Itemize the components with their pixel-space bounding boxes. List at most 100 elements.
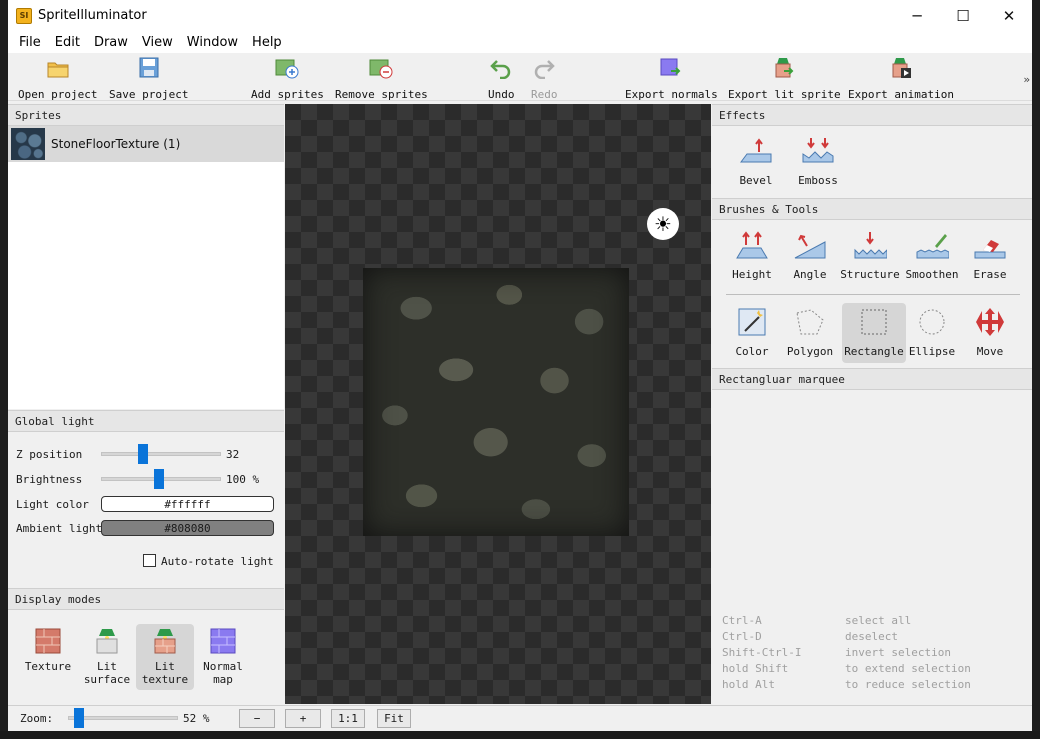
- color-tool[interactable]: Color: [722, 303, 782, 363]
- normal-map-icon: [210, 628, 236, 654]
- z-position-slider-thumb[interactable]: [138, 444, 148, 464]
- menu-bar: File Edit Draw View Window Help: [8, 31, 1032, 53]
- auto-rotate-label: Auto-rotate light: [161, 554, 274, 568]
- structure-tool[interactable]: Structure: [840, 226, 900, 286]
- folder-icon: [46, 57, 70, 79]
- global-light-header: Global light: [8, 410, 284, 432]
- add-sprite-icon: [275, 57, 299, 79]
- export-lit-sprite-button[interactable]: Export lit sprite: [728, 57, 841, 101]
- menu-help[interactable]: Help: [245, 35, 289, 50]
- save-project-button[interactable]: Save project: [109, 57, 188, 101]
- redo-arrow-icon: [532, 57, 556, 79]
- shortcut-action: to reduce selection: [845, 678, 971, 691]
- sprite-canvas[interactable]: ☀: [285, 104, 711, 704]
- emboss-tool[interactable]: Emboss: [788, 132, 848, 192]
- display-mode-lit-surface[interactable]: Lit surface: [78, 624, 136, 690]
- magic-wand-icon: [735, 307, 769, 337]
- add-sprites-button[interactable]: Add sprites: [251, 57, 324, 101]
- lit-surface-icon: [94, 628, 120, 654]
- shortcut-action: select all: [845, 614, 912, 627]
- smoothen-tool[interactable]: Smoothen: [902, 226, 962, 286]
- zoom-slider-thumb[interactable]: [74, 708, 84, 728]
- height-tool[interactable]: Height: [722, 226, 782, 286]
- toolbar-overflow-button[interactable]: »: [1023, 73, 1030, 86]
- rectangle-tool[interactable]: Rectangle: [842, 303, 906, 363]
- remove-sprite-icon: [369, 57, 393, 79]
- sprite-thumbnail: [11, 128, 45, 160]
- menu-draw[interactable]: Draw: [87, 35, 135, 50]
- zoom-value: 52 %: [183, 712, 210, 725]
- undo-arrow-icon: [489, 57, 513, 79]
- menu-window[interactable]: Window: [180, 35, 245, 50]
- zoom-in-button[interactable]: +: [285, 709, 321, 728]
- sprite-list: StoneFloorTexture (1): [8, 126, 284, 409]
- floppy-disk-icon: [137, 57, 161, 79]
- height-icon: [735, 230, 769, 260]
- ambient-light-label: Ambient light: [16, 521, 103, 535]
- shortcut-action: deselect: [845, 630, 898, 643]
- right-panel: Effects Bevel Emboss Brushes & Tools Hei…: [712, 104, 1032, 704]
- rectangle-marquee-icon: [857, 307, 891, 337]
- display-mode-normal-map[interactable]: Normal map: [194, 624, 252, 690]
- angle-tool[interactable]: Angle: [780, 226, 840, 286]
- window-title: SpriteIlluminator: [38, 8, 147, 23]
- menu-file[interactable]: File: [12, 35, 48, 50]
- shortcut-key: hold Alt: [722, 678, 775, 691]
- polygon-lasso-icon: [793, 307, 827, 337]
- os-taskbar: [0, 731, 1040, 739]
- move-tool[interactable]: Move: [960, 303, 1020, 363]
- export-lit-sprite-icon: [772, 57, 796, 79]
- shortcut-key: hold Shift: [722, 662, 789, 675]
- display-mode-lit-texture[interactable]: Lit texture: [136, 624, 194, 690]
- remove-sprites-button[interactable]: Remove sprites: [335, 57, 428, 101]
- auto-rotate-checkbox[interactable]: [143, 554, 156, 567]
- left-panel: Sprites StoneFloorTexture (1) Global lig…: [8, 104, 284, 704]
- brightness-slider[interactable]: [101, 469, 221, 489]
- ellipse-tool[interactable]: Ellipse: [902, 303, 962, 363]
- light-color-swatch[interactable]: #ffffff: [101, 496, 274, 512]
- app-logo-icon: SI: [16, 7, 32, 24]
- menu-edit[interactable]: Edit: [48, 35, 87, 50]
- display-mode-texture[interactable]: Texture: [19, 624, 77, 690]
- shortcut-key: Ctrl-D: [722, 630, 762, 643]
- ambient-light-swatch[interactable]: #808080: [101, 520, 274, 536]
- zoom-actual-size-button[interactable]: 1:1: [331, 709, 365, 728]
- app-window: SI SpriteIlluminator ─ ☐ ✕ File Edit Dra…: [8, 0, 1032, 731]
- export-animation-icon: [889, 57, 913, 79]
- sprites-header: Sprites: [8, 104, 284, 126]
- brightness-slider-thumb[interactable]: [154, 469, 164, 489]
- light-source-sun-icon[interactable]: ☀: [647, 208, 679, 240]
- zoom-slider[interactable]: [68, 708, 178, 728]
- angle-icon: [793, 230, 827, 260]
- undo-button[interactable]: Undo: [488, 57, 515, 101]
- sprite-list-item[interactable]: StoneFloorTexture (1): [8, 126, 284, 162]
- close-button[interactable]: ✕: [986, 0, 1032, 31]
- rectangular-marquee-header: Rectangluar marquee: [712, 368, 1032, 390]
- tools-separator: [726, 294, 1020, 295]
- minimize-button[interactable]: ─: [894, 0, 940, 31]
- lit-texture-icon: [152, 628, 178, 654]
- open-project-button[interactable]: Open project: [18, 57, 97, 101]
- export-normals-button[interactable]: Export normals: [625, 57, 718, 101]
- redo-button[interactable]: Redo: [531, 57, 558, 101]
- erase-tool[interactable]: Erase: [960, 226, 1020, 286]
- zoom-out-button[interactable]: −: [239, 709, 275, 728]
- shortcut-key: Ctrl-A: [722, 614, 762, 627]
- maximize-button[interactable]: ☐: [940, 0, 986, 31]
- export-animation-button[interactable]: Export animation: [848, 57, 954, 101]
- z-position-slider[interactable]: [101, 444, 221, 464]
- shortcut-action: to extend selection: [845, 662, 971, 675]
- bevel-tool[interactable]: Bevel: [726, 132, 786, 192]
- menu-view[interactable]: View: [135, 35, 180, 50]
- export-normals-icon: [659, 57, 683, 79]
- move-arrows-icon: [973, 307, 1007, 337]
- brushes-tools-header: Brushes & Tools: [712, 198, 1032, 220]
- zoom-fit-button[interactable]: Fit: [377, 709, 411, 728]
- display-modes-header: Display modes: [8, 588, 284, 610]
- stone-floor-texture-preview: [363, 268, 629, 536]
- z-position-label: Z position: [16, 447, 83, 461]
- light-color-label: Light color: [16, 497, 89, 511]
- status-bar: Zoom: 52 % − + 1:1 Fit: [8, 705, 1032, 731]
- ellipse-marquee-icon: [915, 307, 949, 337]
- polygon-tool[interactable]: Polygon: [780, 303, 840, 363]
